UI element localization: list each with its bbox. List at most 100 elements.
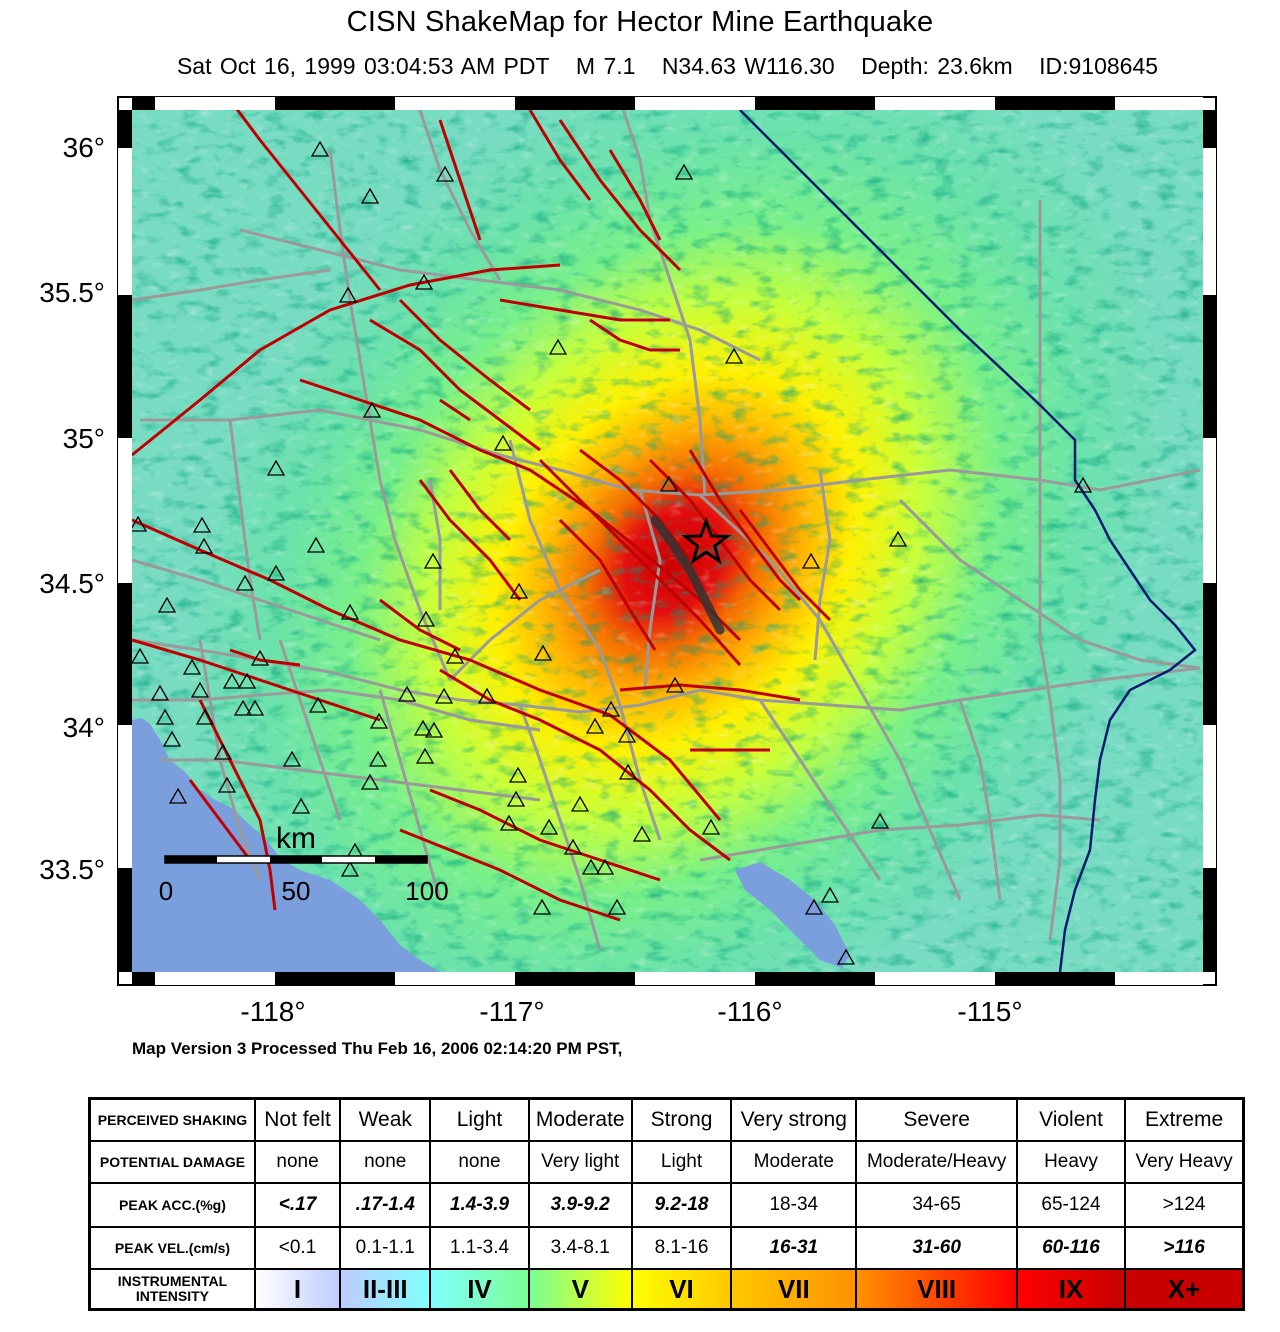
frame-tick (118, 438, 132, 583)
legend-intensity-cell: VII (730, 1268, 858, 1311)
legend-header-damage: POTENTIAL DAMAGE (88, 1140, 256, 1184)
scale-tick-50: 50 (282, 876, 311, 906)
frame-tick (515, 972, 635, 985)
frame-tick (132, 97, 155, 110)
legend-shaking-cell: Not felt (253, 1097, 342, 1142)
frame-tick (1203, 110, 1216, 148)
frame-tick (118, 295, 132, 438)
legend-intensity-cell: I (253, 1268, 342, 1311)
legend-vel-cell: >116 (1124, 1226, 1245, 1270)
legend-acc-cell: 9.2-18 (630, 1182, 733, 1228)
legend-damage-cell: none (253, 1140, 342, 1184)
frame-tick (275, 972, 395, 985)
scale-unit: km (276, 822, 316, 855)
legend-intensity-cell: X+ (1124, 1268, 1245, 1311)
legend-shaking-cell: Light (429, 1097, 530, 1142)
frame-tick (1203, 868, 1216, 972)
legend-damage-cell: Moderate (730, 1140, 858, 1184)
frame-tick (132, 972, 155, 985)
legend-header-shaking: PERCEIVED SHAKING (88, 1097, 256, 1142)
legend-shaking-cell: Weak (339, 1097, 432, 1142)
legend-vel-cell: 31-60 (855, 1226, 1018, 1270)
legend-vel-cell: 3.4-8.1 (527, 1226, 633, 1270)
frame-tick (1115, 972, 1203, 985)
legend-intensity-cell: II-III (339, 1268, 432, 1311)
legend-row-vel: PEAK VEL.(cm/s) <0.1 0.1-1.1 1.1-3.4 3.4-8.… (88, 1226, 1245, 1270)
legend-header-intensity: INSTRUMENTAL INTENSITY (88, 1268, 256, 1311)
legend-shaking-cell: Violent (1015, 1097, 1127, 1142)
legend-row-acc: PEAK ACC.(%g) <.17.17-1.4 1.4-3.9 3.9-9.2 9… (88, 1182, 1245, 1228)
frame-tick (1203, 148, 1216, 295)
legend-intensity-cell: IV (429, 1268, 530, 1311)
frame-tick (875, 972, 995, 985)
lat-label-34: 34° (63, 712, 105, 743)
lat-label-36: 36° (63, 132, 105, 163)
frame-tick (118, 725, 132, 868)
legend-row-shaking: PERCEIVED SHAKING Not felt Weak Light Moder… (88, 1097, 1245, 1142)
legend-row-damage: POTENTIAL DAMAGE none none none Very light L… (88, 1140, 1245, 1184)
lon-label-116: -116° (717, 996, 782, 1027)
lat-label-33-5: 33.5° (39, 854, 105, 885)
legend-acc-cell: .17-1.4 (339, 1182, 432, 1228)
scale-tick-0: 0 (159, 876, 173, 906)
legend-intensity-cell: VIII (855, 1268, 1018, 1311)
map-version-line: Map Version 3 Processed Thu Feb 16, 2006… (132, 1039, 623, 1058)
legend-damage-cell: Very light (527, 1140, 633, 1184)
lat-label-35: 35° (63, 423, 105, 454)
frame-tick (118, 148, 132, 295)
legend-vel-cell: 1.1-3.4 (429, 1226, 530, 1270)
frame-tick (1203, 295, 1216, 438)
legend-shaking-cell: Extreme (1124, 1097, 1245, 1142)
scale-tick-100: 100 (405, 876, 448, 906)
legend-vel-cell: <0.1 (253, 1226, 342, 1270)
frame-tick (118, 868, 132, 972)
frame-tick (118, 110, 132, 148)
legend-acc-cell: <.17 (253, 1182, 342, 1228)
legend-shaking-cell: Moderate (527, 1097, 633, 1142)
lat-label-34-5: 34.5° (39, 568, 105, 599)
legend-shaking-cell: Severe (855, 1097, 1018, 1142)
legend-intensity-cell: VI (630, 1268, 733, 1311)
legend-vel-cell: 16-31 (730, 1226, 858, 1270)
legend-vel-cell: 0.1-1.1 (339, 1226, 432, 1270)
frame-tick (275, 97, 395, 110)
frame-tick (755, 972, 875, 985)
frame-tick (1203, 438, 1216, 583)
frame-tick (995, 972, 1115, 985)
legend-acc-cell: 18-34 (730, 1182, 858, 1228)
frame-tick (995, 97, 1115, 110)
legend-header-acc: PEAK ACC.(%g) (88, 1182, 256, 1228)
frame-tick (515, 97, 635, 110)
frame-tick (395, 972, 515, 985)
legend-shaking-cell: Very strong (730, 1097, 858, 1142)
frame-tick (1203, 583, 1216, 725)
legend-vel-cell: 8.1-16 (630, 1226, 733, 1270)
legend-damage-cell: Light (630, 1140, 733, 1184)
legend-intensity-cell: V (527, 1268, 633, 1311)
legend-damage-cell: Heavy (1015, 1140, 1127, 1184)
intensity-legend: PERCEIVED SHAKING Not felt Weak Light Moder… (88, 1097, 1245, 1311)
frame-tick (118, 583, 132, 725)
legend-acc-cell: 34-65 (855, 1182, 1018, 1228)
frame-tick (155, 972, 275, 985)
shakemap: km 0 50 100 36° 35.5° 35° 34.5° 34° 33.5… (39, 96, 1217, 1027)
legend-damage-cell: Very Heavy (1124, 1140, 1245, 1184)
legend-shaking-cell: Strong (630, 1097, 733, 1142)
frame-tick (635, 972, 755, 985)
legend-acc-cell: 65-124 (1015, 1182, 1127, 1228)
legend-acc-cell: 3.9-9.2 (527, 1182, 633, 1228)
legend-intensity-cell: IX (1015, 1268, 1127, 1311)
legend-acc-cell: 1.4-3.9 (429, 1182, 530, 1228)
frame-tick (1115, 97, 1203, 110)
legend-damage-cell: none (339, 1140, 432, 1184)
frame-tick (875, 97, 995, 110)
legend-vel-cell: 60-116 (1015, 1226, 1127, 1270)
frame-tick (395, 97, 515, 110)
lon-label-115: -115° (957, 996, 1022, 1027)
legend-acc-cell: >124 (1124, 1182, 1245, 1228)
lon-label-118: -118° (240, 996, 305, 1027)
frame-tick (1203, 725, 1216, 868)
legend-header-vel: PEAK VEL.(cm/s) (88, 1226, 256, 1270)
frame-tick (635, 97, 755, 110)
legend-row-intensity: INSTRUMENTAL INTENSITY I II-III IV V VI VII VI… (88, 1268, 1245, 1311)
